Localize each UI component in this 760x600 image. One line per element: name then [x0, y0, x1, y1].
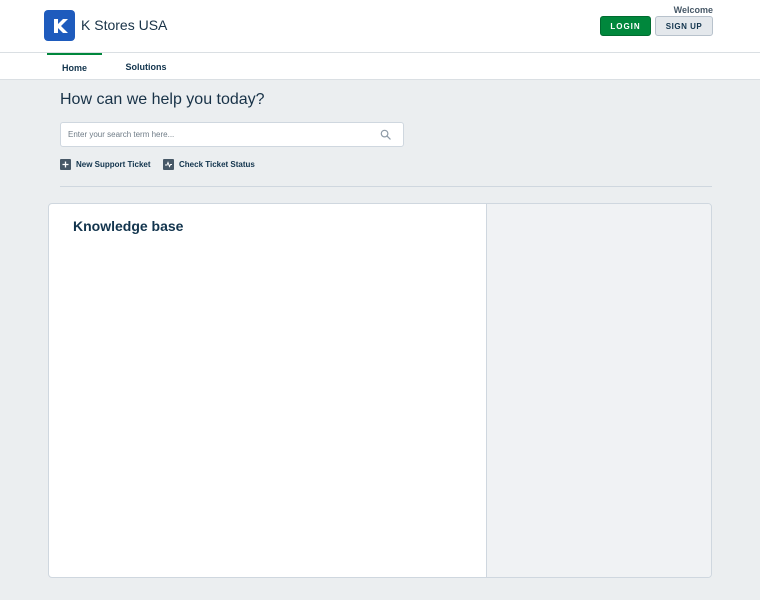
search-input[interactable]: Enter your search term here... — [60, 122, 404, 147]
sidebar-panel — [486, 204, 711, 577]
brand-name[interactable]: K Stores USA — [81, 17, 167, 33]
login-button[interactable]: LOGIN — [600, 16, 651, 36]
site-header: K Stores USA Welcome LOGIN SIGN UP — [0, 0, 760, 53]
section-divider — [60, 186, 712, 187]
search-placeholder: Enter your search term here... — [68, 130, 175, 139]
search-icon[interactable] — [380, 129, 391, 140]
k-logo-icon — [53, 18, 68, 33]
plus-icon — [60, 158, 71, 170]
activity-icon — [163, 158, 174, 170]
signup-button[interactable]: SIGN UP — [655, 16, 713, 36]
welcome-text: Welcome — [673, 5, 713, 15]
page-title: How can we help you today? — [60, 91, 265, 108]
check-ticket-status-link[interactable]: Check Ticket Status — [163, 157, 255, 171]
knowledge-base-title: Knowledge base — [73, 218, 184, 234]
tab-home[interactable]: Home — [47, 53, 102, 80]
knowledge-base-card: Knowledge base — [48, 203, 712, 578]
new-support-ticket-label: New Support Ticket — [76, 159, 151, 169]
check-ticket-status-label: Check Ticket Status — [179, 159, 255, 169]
nav-bar: Home Solutions — [0, 53, 760, 80]
new-support-ticket-link[interactable]: New Support Ticket — [60, 157, 151, 171]
tab-solutions[interactable]: Solutions — [118, 53, 174, 80]
brand-logo[interactable] — [44, 10, 75, 41]
